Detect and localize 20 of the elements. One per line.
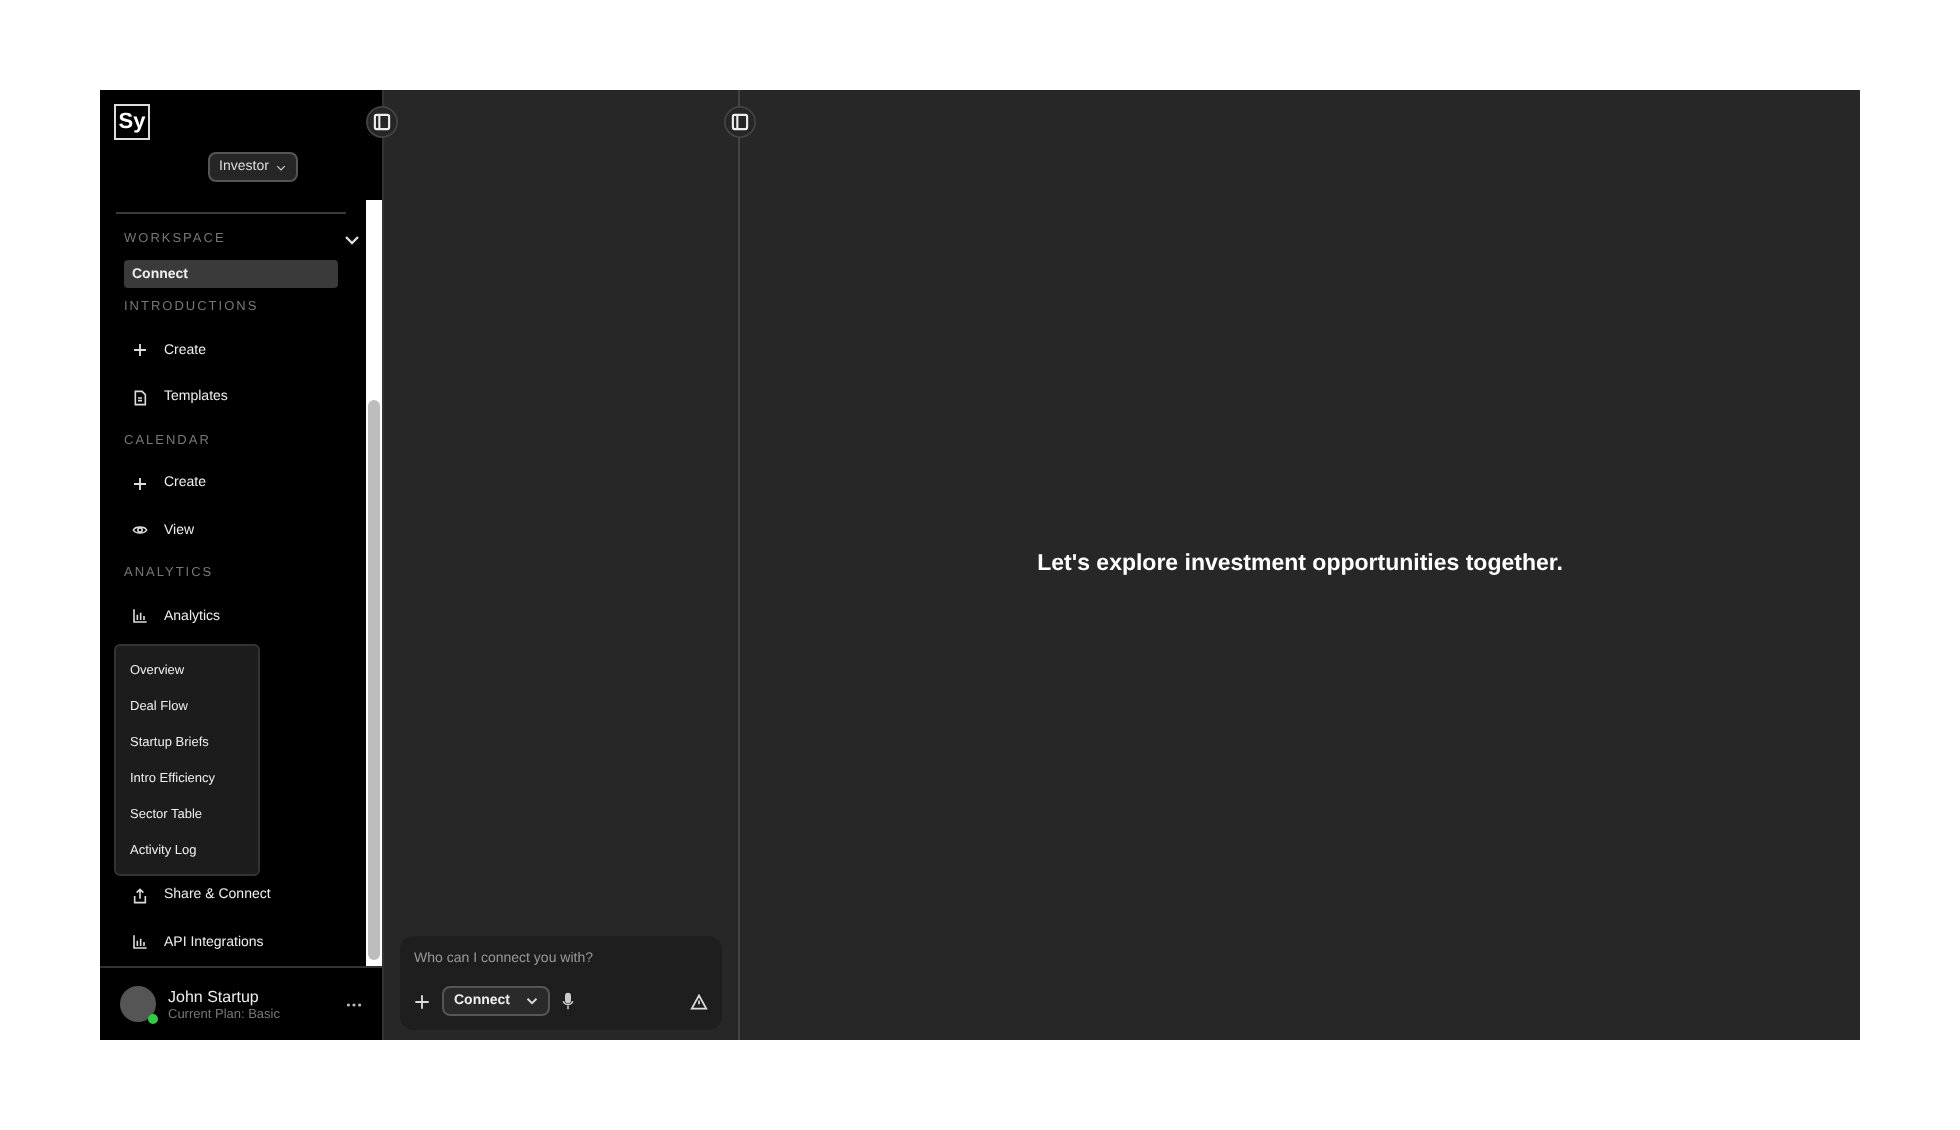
warning-icon[interactable] [690,993,708,1009]
more-icon[interactable] [346,1001,362,1007]
chevron-down-icon[interactable] [344,233,360,246]
bar-chart-icon [132,608,148,625]
sidebar-toggle-icon[interactable] [366,106,398,138]
welcome-message: Let's explore investment opportunities together. [1037,551,1563,575]
share-icon [132,887,148,904]
chevron-down-icon [526,996,538,1006]
user-name: John Startup [168,987,259,1005]
eye-icon [132,522,148,539]
plus-icon [132,475,148,492]
document-icon [132,389,148,406]
logo: Sy [114,104,150,140]
plus-icon[interactable] [414,993,430,1009]
chevron-down-icon [276,163,287,171]
bar-chart-icon [132,934,148,951]
microphone-icon[interactable] [562,992,574,1010]
scrollbar[interactable] [366,200,382,966]
panel-toggle-icon[interactable] [724,106,756,138]
plus-icon [132,342,148,359]
